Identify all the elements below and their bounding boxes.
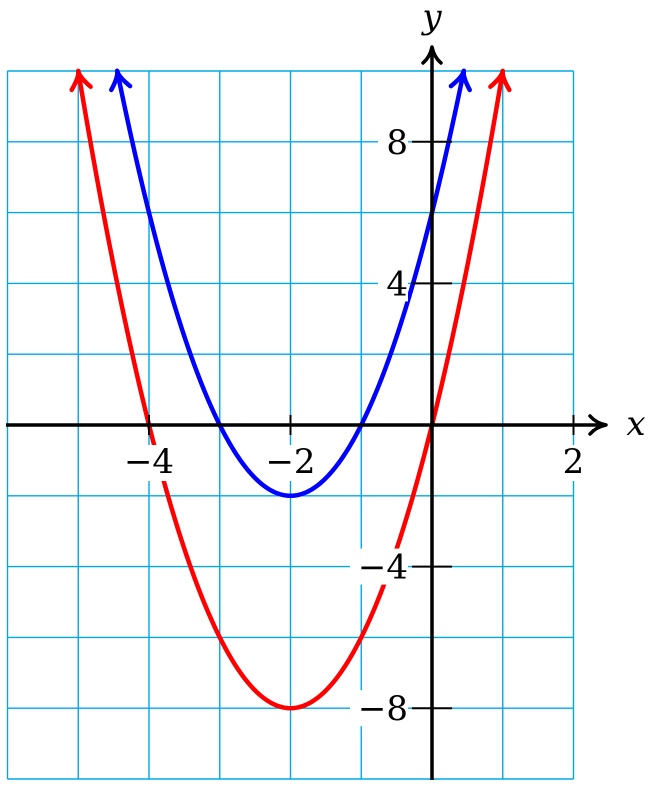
x-axis-label: x xyxy=(626,404,645,444)
y-axis-label: y xyxy=(420,0,442,37)
parabola-chart: x y −4 −2 2 8 4 −4 −8 xyxy=(6,0,646,780)
x-tick-label: −4 xyxy=(124,442,174,482)
x-tick-label: 2 xyxy=(563,442,585,482)
x-tick-label: −2 xyxy=(265,442,315,482)
y-tick-label: −8 xyxy=(358,689,408,729)
y-tick-label: −4 xyxy=(358,548,408,588)
axes xyxy=(6,45,608,780)
y-tick-label: 8 xyxy=(386,123,408,163)
tick-labels: x y −4 −2 2 8 4 −4 −8 xyxy=(123,0,646,729)
y-tick-label: 4 xyxy=(386,264,408,304)
